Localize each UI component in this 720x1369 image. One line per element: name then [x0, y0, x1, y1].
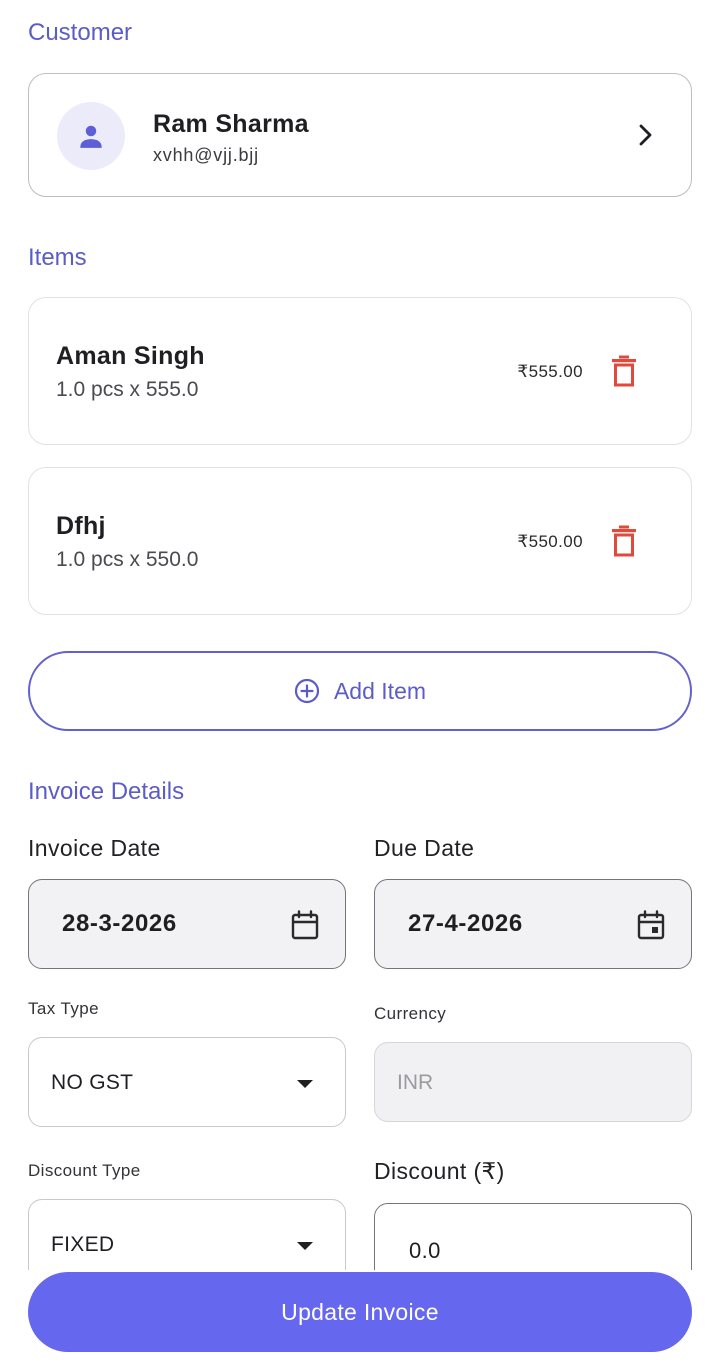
- discount-label: Discount (₹): [374, 1158, 505, 1184]
- discount-type-value: FIXED: [51, 1233, 115, 1256]
- calendar-icon[interactable]: [291, 910, 319, 940]
- currency-value: INR: [397, 1071, 434, 1094]
- add-circle-icon: [294, 678, 320, 704]
- items-section-title: Items: [28, 244, 87, 271]
- item-price: ₹555.00: [517, 362, 583, 381]
- customer-name: Ram Sharma: [153, 110, 309, 138]
- avatar: [57, 102, 125, 170]
- currency-label: Currency: [374, 1004, 447, 1023]
- due-date-value: 27-4-2026: [408, 910, 523, 937]
- update-invoice-label: Update Invoice: [281, 1298, 439, 1325]
- tax-type-select[interactable]: NO GST: [28, 1037, 346, 1127]
- tax-type-label: Tax Type: [28, 999, 99, 1018]
- calendar-icon[interactable]: [637, 910, 665, 940]
- tax-type-value: NO GST: [51, 1071, 134, 1094]
- customer-card[interactable]: Ram Sharma xvhh@vjj.bjj: [28, 73, 692, 197]
- chevron-right-icon[interactable]: [637, 122, 655, 148]
- invoice-date-field[interactable]: 28-3-2026: [28, 879, 346, 969]
- dropdown-caret-icon: [297, 1080, 313, 1088]
- discount-type-label: Discount Type: [28, 1161, 141, 1180]
- trash-icon[interactable]: [611, 354, 637, 388]
- add-item-label: Add Item: [333, 677, 427, 704]
- due-date-field[interactable]: 27-4-2026: [374, 879, 692, 969]
- invoice-date-value: 28-3-2026: [62, 910, 177, 937]
- due-date-label: Due Date: [374, 835, 475, 861]
- item-price: ₹550.00: [517, 532, 583, 551]
- discount-value: 0.0: [409, 1238, 441, 1263]
- customer-email: xvhh@vjj.bjj: [153, 145, 259, 165]
- person-icon: [80, 125, 102, 148]
- list-item[interactable]: Aman Singh 1.0 pcs x 555.0 ₹555.00: [28, 297, 692, 445]
- invoice-section-title: Invoice Details: [28, 778, 185, 805]
- item-name: Dfhj: [56, 512, 106, 540]
- list-item[interactable]: Dfhj 1.0 pcs x 550.0 ₹550.00: [28, 467, 692, 615]
- add-item-button[interactable]: Add Item: [28, 651, 692, 731]
- item-name: Aman Singh: [56, 342, 205, 370]
- customer-section-title: Customer: [28, 19, 133, 46]
- invoice-date-label: Invoice Date: [28, 835, 161, 861]
- item-quantity: 1.0 pcs x 555.0: [56, 378, 199, 401]
- item-quantity: 1.0 pcs x 550.0: [56, 548, 199, 571]
- dropdown-caret-icon: [297, 1242, 313, 1250]
- currency-field: INR: [374, 1042, 692, 1122]
- trash-icon[interactable]: [611, 524, 637, 558]
- update-invoice-button[interactable]: Update Invoice: [28, 1272, 692, 1352]
